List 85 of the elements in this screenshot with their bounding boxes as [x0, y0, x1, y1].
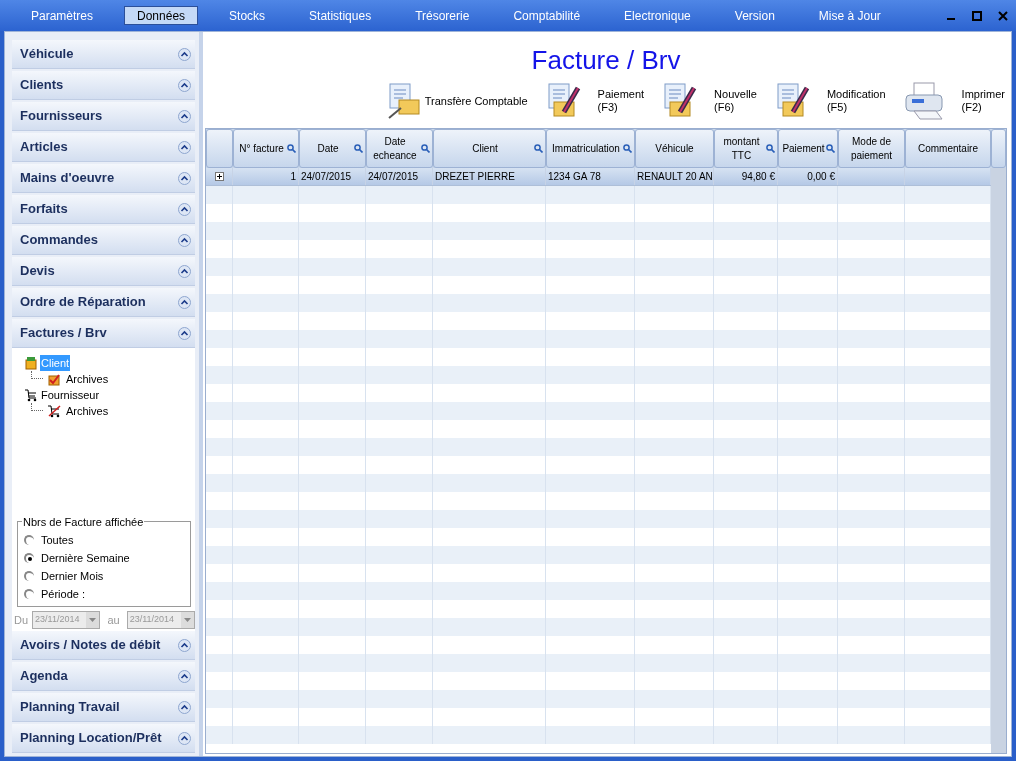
scrollbar[interactable]: [991, 168, 1006, 753]
document-pen-icon: [774, 82, 811, 120]
document-transfer-icon: [386, 82, 421, 120]
column-header[interactable]: Paiement: [778, 129, 838, 168]
close-icon[interactable]: [998, 10, 1008, 21]
cart-icon: [24, 388, 38, 402]
collapse-icon[interactable]: [178, 731, 191, 745]
column-header[interactable]: Date: [299, 129, 366, 168]
menu-item[interactable]: Données: [124, 6, 199, 25]
search-icon[interactable]: [826, 144, 835, 153]
printer-icon: [903, 81, 946, 121]
radio-label: Dernier Mois: [41, 568, 104, 584]
column-header[interactable]: Véhicule: [635, 129, 714, 168]
search-icon[interactable]: [766, 144, 775, 153]
expand-icon[interactable]: [214, 172, 224, 181]
collapse-icon[interactable]: [178, 47, 191, 61]
sidebar-section-header[interactable]: Agenda: [20, 666, 68, 686]
search-icon[interactable]: [287, 144, 296, 153]
column-header[interactable]: Immatriculation: [546, 129, 635, 168]
tree-item[interactable]: Archives: [65, 370, 110, 388]
collapse-icon[interactable]: [178, 109, 191, 123]
toolbar-button[interactable]: Transfère Comptable: [386, 82, 528, 120]
collapse-icon[interactable]: [178, 233, 191, 247]
page-title: Facture / Brv: [530, 44, 682, 76]
column-header[interactable]: Date echeance: [366, 129, 433, 168]
collapse-icon[interactable]: [178, 78, 191, 92]
search-icon[interactable]: [534, 144, 543, 153]
search-icon[interactable]: [354, 144, 363, 153]
collapse-icon[interactable]: [178, 140, 191, 154]
collapse-icon[interactable]: [178, 638, 191, 652]
column-header[interactable]: montant TTC: [714, 129, 778, 168]
menu-item[interactable]: Electronique: [611, 6, 704, 25]
shopping-bag-icon: [24, 356, 38, 370]
radio-label: Dernière Semaine: [41, 550, 130, 566]
column-header[interactable]: Client: [433, 129, 546, 168]
table-cell: DREZET PIERRE: [433, 168, 546, 185]
collapse-icon[interactable]: [178, 264, 191, 278]
collapse-icon[interactable]: [178, 669, 191, 683]
table-cell: 1: [233, 168, 299, 185]
crossed-cart-icon: [47, 404, 61, 418]
collapse-icon[interactable]: [178, 202, 191, 216]
radio-button[interactable]: [24, 571, 34, 581]
date-label: au: [106, 612, 121, 628]
table-cell: 94,80 €: [714, 168, 778, 185]
radio-button[interactable]: [24, 535, 34, 545]
tree-item[interactable]: Archives: [65, 402, 110, 420]
sidebar-section-header[interactable]: Articles: [20, 137, 68, 157]
menu-item[interactable]: Comptabilité: [500, 6, 594, 25]
menu-item[interactable]: Paramètres: [18, 6, 107, 25]
toolbar-button[interactable]: Modification (F5): [774, 82, 886, 120]
toolbar-button[interactable]: Imprimer (F2): [903, 81, 1005, 121]
menu-item[interactable]: Stocks: [216, 6, 279, 25]
search-icon[interactable]: [623, 144, 632, 153]
checked-bag-icon: [47, 372, 61, 386]
document-pen-icon: [662, 82, 699, 120]
sidebar-section-header[interactable]: Devis: [20, 261, 55, 281]
menu-item[interactable]: Statistiques: [296, 6, 385, 25]
sidebar-section-header[interactable]: Clients: [20, 75, 64, 95]
radio-label: Période :: [41, 586, 86, 602]
maximize-icon[interactable]: [972, 10, 982, 21]
radio-label: Toutes: [41, 532, 74, 548]
date-label: Du: [14, 612, 29, 628]
collapse-icon[interactable]: [178, 295, 191, 309]
search-icon[interactable]: [421, 144, 430, 153]
menu-item[interactable]: Mise à Jour: [805, 6, 894, 25]
table-cell: 0,00 €: [778, 168, 838, 185]
table-cell: RENAULT 20 AN: [635, 168, 714, 185]
collapse-icon[interactable]: [178, 171, 191, 185]
document-pen-icon: [545, 82, 582, 120]
column-header[interactable]: N° facture: [233, 129, 299, 168]
collapse-icon[interactable]: [178, 326, 191, 340]
radio-button[interactable]: [24, 553, 34, 563]
sidebar-section-header[interactable]: Forfaits: [20, 199, 68, 219]
column-header[interactable]: Mode de paiement: [838, 129, 905, 168]
column-header[interactable]: Commentaire: [905, 129, 991, 168]
collapse-icon[interactable]: [178, 700, 191, 714]
table-cell: 1234 GA 78: [546, 168, 635, 185]
toolbar-button[interactable]: Paiement (F3): [545, 82, 645, 120]
table-cell: 24/07/2015: [366, 168, 433, 185]
table-cell: 24/07/2015: [299, 168, 366, 185]
tree-item[interactable]: Fournisseur: [40, 386, 101, 404]
menu-item[interactable]: Trésorerie: [402, 6, 483, 25]
menu-item[interactable]: Version: [721, 6, 788, 25]
radio-button[interactable]: [24, 589, 34, 599]
toolbar-button[interactable]: Nouvelle (F6): [662, 82, 757, 120]
